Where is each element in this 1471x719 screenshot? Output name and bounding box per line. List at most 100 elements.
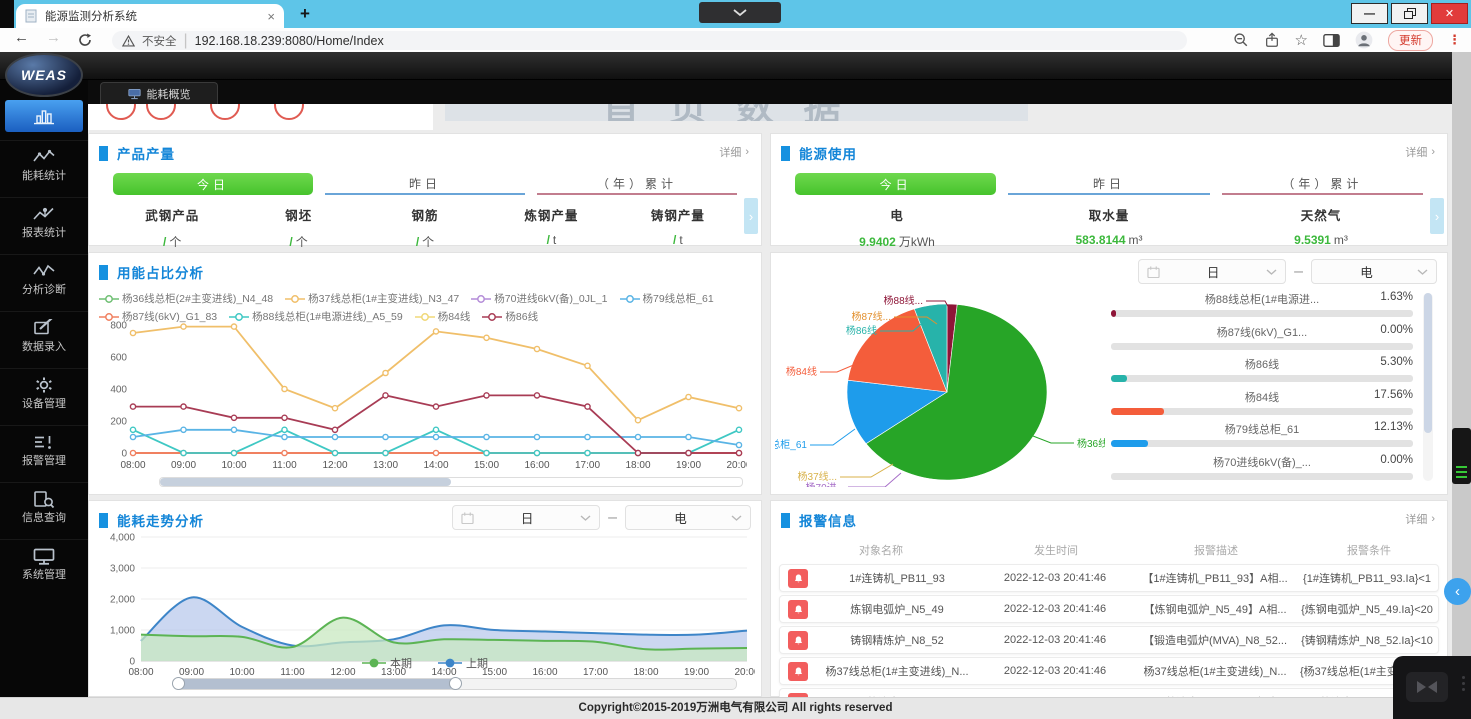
- stat-unit: m³: [1129, 233, 1143, 247]
- profile-icon[interactable]: [1355, 31, 1373, 49]
- ranking-bar: [1111, 440, 1413, 447]
- download-bar-toggle[interactable]: [699, 2, 781, 23]
- ranking-bar-fill: [1111, 440, 1148, 447]
- legend-item-2[interactable]: 杨37线总柜(1#主变进线)_N3_47: [285, 291, 459, 306]
- ranking-name: 杨79线总柜_61: [1111, 421, 1413, 437]
- product-tab-3[interactable]: （年）累计: [537, 173, 737, 195]
- close-button[interactable]: ✕: [1431, 3, 1468, 24]
- sidebar-item-1[interactable]: 能耗统计: [0, 140, 88, 197]
- legend-item-1[interactable]: 杨36线总柜(2#主变进线)_N4_48: [99, 291, 273, 306]
- trend-legend-item-2[interactable]: 上期: [438, 655, 488, 671]
- report-icon: [32, 205, 56, 223]
- legend-item-3[interactable]: 杨70进线6kV(备)_0JL_1: [471, 291, 607, 306]
- forward-icon[interactable]: →: [46, 29, 61, 46]
- datazoom-handle-right[interactable]: [449, 677, 462, 690]
- sidebar-item-2[interactable]: 报表统计: [0, 197, 88, 254]
- restore-icon: [1404, 8, 1416, 19]
- trend-legend-label: 本期: [390, 655, 412, 671]
- energy-tab-2[interactable]: 昨日: [1008, 173, 1209, 195]
- browser-menu-icon[interactable]: ⋮: [1448, 32, 1461, 48]
- sidebar-item-6[interactable]: 报警管理: [0, 425, 88, 482]
- carousel-next-button[interactable]: ›: [1430, 198, 1444, 234]
- detail-arrow-icon: ›: [1431, 513, 1435, 525]
- alarm-row-2[interactable]: 炼钢电弧炉_N5_492022-12-03 20:41:46【炼钢电弧炉_N5_…: [779, 595, 1439, 623]
- panel-expander-button[interactable]: ‹: [1444, 578, 1471, 605]
- calendar-icon: [461, 512, 474, 524]
- stat-label: 钢筋: [362, 205, 488, 224]
- refresh-icon[interactable]: [78, 33, 92, 47]
- stat-number: /: [673, 233, 676, 247]
- sidebar-item-7[interactable]: 信息查询: [0, 482, 88, 539]
- ranking-percent: 0.00%: [1380, 454, 1413, 466]
- period-select[interactable]: 日: [1138, 259, 1286, 284]
- product-tab-2[interactable]: 昨日: [325, 173, 525, 195]
- sidepanel-icon[interactable]: [1323, 33, 1340, 48]
- metric-select[interactable]: 电: [625, 505, 751, 530]
- alarm-time: 2022-12-03 20:41:46: [980, 603, 1130, 615]
- zoom-icon[interactable]: [1233, 32, 1249, 48]
- video-menu-icon[interactable]: [1462, 676, 1465, 691]
- ranking-item-2[interactable]: 杨87线(6kV)_G1...0.00%: [1111, 324, 1413, 357]
- detail-link[interactable]: 详细 ›: [719, 144, 749, 160]
- legend-item-4[interactable]: 杨79线总柜_61: [620, 291, 714, 306]
- tab-close-icon[interactable]: ×: [267, 9, 275, 24]
- address-bar[interactable]: 不安全 | 192.168.18.239:8080/Home/Index: [112, 31, 1187, 50]
- sidebar-item-home[interactable]: [5, 100, 83, 132]
- sidebar-item-3[interactable]: 分析诊断: [0, 254, 88, 311]
- energy-tab-3[interactable]: （年）累计: [1222, 173, 1423, 195]
- scrollbar-thumb[interactable]: [1424, 293, 1432, 433]
- panel-bullet: [99, 265, 108, 280]
- maximize-button[interactable]: [1391, 3, 1428, 24]
- url-text[interactable]: 192.168.18.239:8080/Home/Index: [195, 34, 384, 48]
- product-tab-1[interactable]: 今日: [113, 173, 313, 195]
- capture-widget[interactable]: [1452, 428, 1471, 484]
- share-icon[interactable]: [1264, 32, 1280, 48]
- datazoom-slider[interactable]: [173, 678, 737, 690]
- datazoom-handle-left[interactable]: [172, 677, 185, 690]
- sidebar-item-4[interactable]: 数据录入: [0, 311, 88, 368]
- detail-label: 详细: [1405, 144, 1427, 160]
- carousel-next-button[interactable]: ›: [744, 198, 758, 234]
- ranking-item-5[interactable]: 杨79线总柜_6112.13%: [1111, 421, 1413, 454]
- sidebar-item-8[interactable]: 系统管理: [0, 539, 88, 596]
- trend-legend-item-1[interactable]: 本期: [362, 655, 412, 671]
- update-button[interactable]: 更新: [1388, 30, 1433, 51]
- stat-unit: 个: [169, 235, 181, 249]
- ranking-item-1[interactable]: 杨88线总柜(1#电源进...1.63%: [1111, 291, 1413, 324]
- detail-link[interactable]: 详细 ›: [1405, 511, 1435, 527]
- alarm-row-1[interactable]: 1#连铸机_PB11_932022-12-03 20:41:46【1#连铸机_P…: [779, 564, 1439, 592]
- detail-link[interactable]: 详细 ›: [1405, 144, 1435, 160]
- metric-select[interactable]: 电: [1311, 259, 1437, 284]
- ranking-item-6[interactable]: 杨70进线6kV(备)_...0.00%: [1111, 454, 1413, 487]
- back-icon[interactable]: ←: [14, 29, 29, 46]
- panel-energy-usage: 能源使用 详细 › 今日昨日（年）累计 电9.9402万kWh取水量583.81…: [770, 133, 1448, 246]
- video-player-icon[interactable]: [1406, 672, 1448, 702]
- alarm-icon: [32, 433, 56, 451]
- alarm-row-4[interactable]: 杨37线总柜(1#主变进线)_N...2022-12-03 20:41:46杨3…: [779, 657, 1439, 685]
- ranking-item-4[interactable]: 杨84线17.56%: [1111, 389, 1413, 422]
- sidebar-item-label: 数据录入: [21, 341, 67, 354]
- panel-title: 能源使用: [799, 143, 857, 163]
- workspace-tab-overview[interactable]: 能耗概览: [100, 82, 218, 104]
- stat-value: 9.9402万kWh: [791, 233, 1003, 250]
- browser-tab-title: 能源监测分析系统: [45, 8, 267, 24]
- datazoom-slider[interactable]: [159, 477, 743, 487]
- new-tab-button[interactable]: +: [300, 4, 310, 24]
- stat-number: 583.8144: [1075, 233, 1125, 247]
- minimize-button[interactable]: —: [1351, 3, 1388, 24]
- alarm-row-3[interactable]: 铸钢精炼炉_N8_522022-12-03 20:41:46【锻造电弧炉(MVA…: [779, 626, 1439, 654]
- browser-tab[interactable]: 能源监测分析系统 ×: [16, 4, 284, 28]
- stat-number: 9.5391: [1294, 233, 1331, 247]
- ranking-scrollbar[interactable]: [1423, 293, 1433, 481]
- datazoom-fill: [160, 478, 451, 486]
- energy-tab-1[interactable]: 今日: [795, 173, 996, 195]
- ranking-item-3[interactable]: 杨86线5.30%: [1111, 356, 1413, 389]
- product-stat-1: 武钢产品/个: [109, 205, 235, 250]
- usage-pie-chart[interactable]: 杨88线...杨87线...杨86线杨84线总柜_61杨37线...杨70进..…: [775, 287, 1105, 487]
- period-select[interactable]: 日: [452, 505, 600, 530]
- stat-value: /个: [235, 233, 361, 250]
- video-overlay[interactable]: [1393, 656, 1471, 719]
- bookmark-star-icon[interactable]: ☆: [1295, 31, 1308, 49]
- security-label[interactable]: 不安全: [142, 33, 177, 49]
- sidebar-item-5[interactable]: 设备管理: [0, 368, 88, 425]
